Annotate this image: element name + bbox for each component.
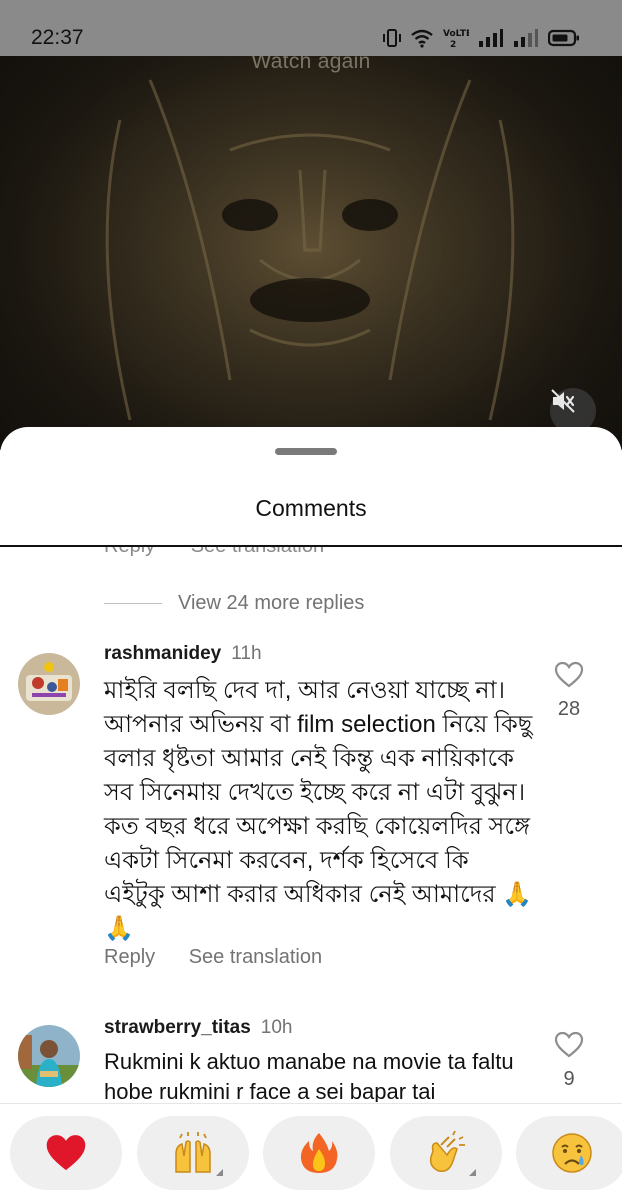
comment-text: Rukmini k aktuo manabe na movie ta faltu… (104, 1049, 514, 1102)
comment-time: 11h (231, 643, 262, 664)
signal-icon (479, 29, 503, 47)
reply-link[interactable]: Reply (104, 547, 155, 557)
battery-icon (548, 29, 579, 47)
avatar-image (18, 653, 80, 715)
like-count: 9 (563, 1068, 575, 1090)
comment-actions: Reply See translation (104, 946, 322, 969)
svg-text:VoLTE: VoLTE (443, 29, 469, 39)
volte-icon: VoLTE 2 (443, 29, 469, 50)
comment-time: 10h (260, 1017, 293, 1038)
reaction-clap-button[interactable] (390, 1116, 502, 1190)
like-button[interactable]: 28 (552, 661, 586, 721)
clap-icon (429, 1131, 465, 1173)
heart-outline-icon (554, 1031, 584, 1058)
svg-text:2: 2 (450, 40, 456, 50)
comments-sheet: Comments Reply See translation View 24 m… (0, 427, 622, 1200)
reaction-raised-hands-button[interactable] (137, 1116, 249, 1190)
comment-list[interactable]: Reply See translation View 24 more repli… (0, 547, 622, 1102)
comment-meta: rashmanidey 11h (104, 643, 262, 665)
wifi-icon (411, 29, 433, 48)
reply-thread-line (104, 603, 162, 604)
skin-tone-indicator (469, 1169, 476, 1176)
avatar[interactable] (18, 653, 80, 715)
status-icons: VoLTE 2 (383, 26, 580, 50)
comment-username[interactable]: rashmanidey (104, 643, 221, 664)
comment-meta: strawberry_titas 10h (104, 1017, 293, 1039)
see-translation-link[interactable]: See translation (191, 547, 324, 557)
previous-comment-actions: Reply See translation (104, 547, 324, 558)
fire-icon (300, 1133, 338, 1173)
signal-icon-2 (514, 29, 538, 47)
sheet-title: Comments (255, 495, 367, 521)
reaction-heart-button[interactable] (10, 1116, 122, 1190)
comment-username[interactable]: strawberry_titas (104, 1017, 251, 1038)
video-player[interactable]: Watch again (0, 0, 622, 450)
quick-reaction-bar (0, 1103, 622, 1201)
view-more-replies[interactable]: View 24 more replies (104, 592, 364, 615)
avatar[interactable] (18, 1025, 80, 1087)
avatar-image (18, 1025, 80, 1087)
like-button[interactable]: 9 (552, 1031, 586, 1091)
mute-icon (551, 389, 575, 413)
like-count: 28 (557, 698, 581, 720)
status-bar: 22:37 VoLTE 2 (0, 0, 622, 56)
heart-icon (46, 1135, 86, 1171)
view-more-replies-label[interactable]: View 24 more replies (178, 592, 364, 615)
see-translation-button[interactable]: See translation (189, 946, 322, 968)
status-time: 22:37 (31, 26, 84, 49)
reply-button[interactable]: Reply (104, 946, 155, 968)
comment-text: মাইরি বলছি দেব দা, আর নেওয়া যাচ্ছে না। … (104, 677, 533, 942)
sheet-drag-handle[interactable] (275, 448, 337, 455)
reaction-fire-button[interactable] (263, 1116, 375, 1190)
vibrate-icon (383, 29, 401, 47)
skin-tone-indicator (216, 1169, 223, 1176)
raised-hands-icon (175, 1132, 211, 1173)
heart-outline-icon (554, 661, 584, 688)
crying-face-icon (552, 1133, 592, 1173)
reaction-crying-button[interactable] (516, 1116, 622, 1190)
